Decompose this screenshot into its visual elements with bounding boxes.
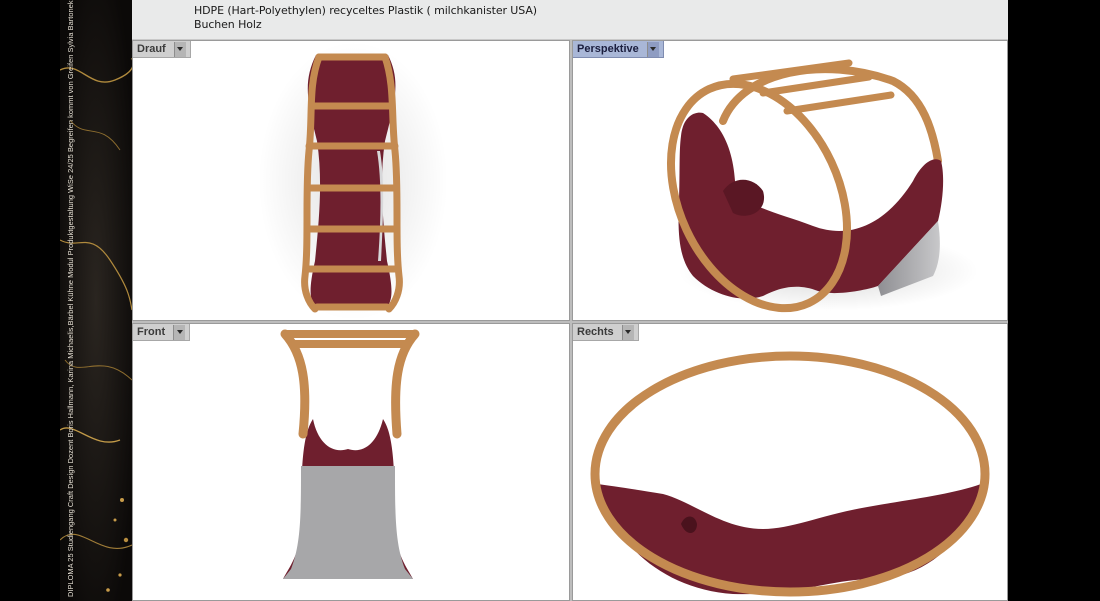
material-line-wood: Buchen Holz (194, 18, 262, 31)
render-front-view (280, 329, 420, 579)
chevron-down-icon[interactable] (173, 324, 186, 340)
chevron-down-icon[interactable] (646, 41, 659, 57)
right-margin (1008, 0, 1100, 601)
viewport-label-top[interactable]: Drauf (133, 41, 191, 58)
viewport-title: Perspektive (577, 43, 639, 55)
viewport-front[interactable]: Front (132, 323, 570, 601)
render-side-view (590, 351, 990, 597)
chevron-down-icon[interactable] (173, 41, 186, 57)
viewport-label-perspective[interactable]: Perspektive (573, 41, 664, 58)
material-line-hdpe: HDPE (Hart-Polyethylen) recyceltes Plast… (194, 4, 537, 17)
viewport-label-side[interactable]: Rechts (573, 324, 639, 341)
viewport-top[interactable]: Drauf (132, 40, 570, 321)
cad-application: HDPE (Hart-Polyethylen) recyceltes Plast… (132, 0, 1008, 601)
viewport-title: Front (137, 326, 166, 338)
viewport-title: Drauf (137, 43, 166, 55)
render-top-view (258, 41, 448, 320)
material-notes: HDPE (Hart-Polyethylen) recyceltes Plast… (132, 0, 1008, 40)
viewport-side[interactable]: Rechts (572, 323, 1008, 601)
chevron-down-icon[interactable] (621, 324, 634, 340)
render-perspective-view (667, 59, 978, 313)
side-panel: DIPLOMA 25 Studiengang Craft Design Doze… (60, 0, 132, 601)
side-caption: DIPLOMA 25 Studiengang Craft Design Doze… (66, 0, 75, 597)
viewport-title: Rechts (577, 326, 614, 338)
viewport-label-front[interactable]: Front (133, 324, 191, 341)
viewport-perspective[interactable]: Perspektive (572, 40, 1008, 321)
